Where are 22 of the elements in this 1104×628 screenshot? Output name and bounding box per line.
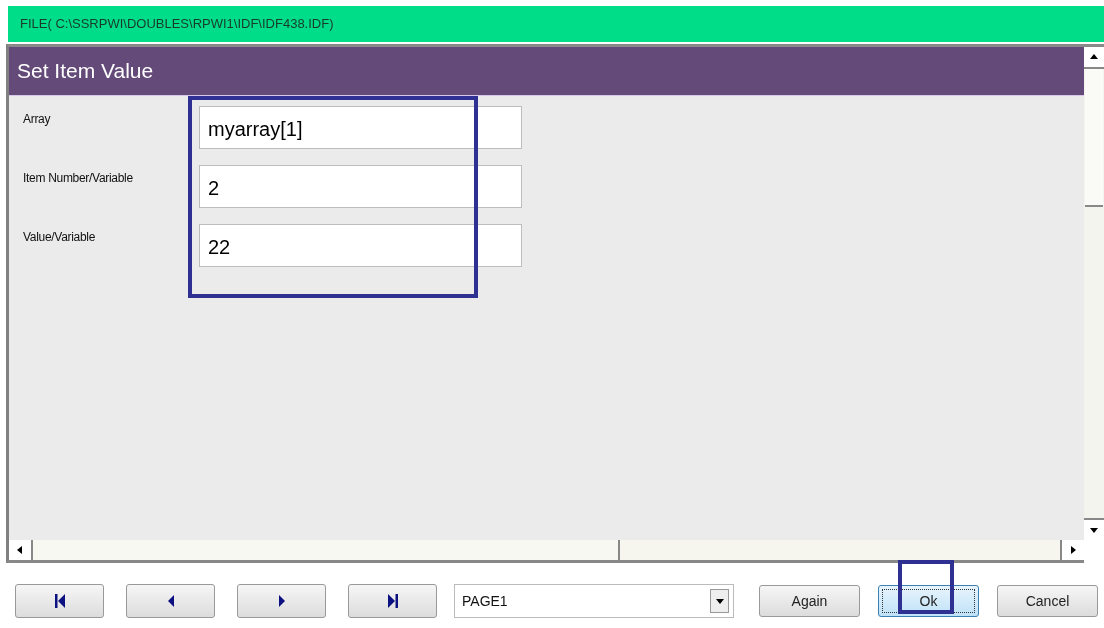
scroll-down-icon[interactable]	[1090, 526, 1098, 534]
page-dropdown[interactable]: PAGE1	[454, 584, 734, 618]
scroll-right-icon[interactable]	[1069, 546, 1077, 554]
field-label: Array	[23, 111, 52, 126]
last-page-icon	[386, 593, 399, 609]
file-path: FILE( C:\SSRPWI\DOUBLES\RPWI1\IDF\IDF438.IDF)	[20, 15, 334, 33]
field-label: Item Number/Variable	[23, 170, 134, 185]
input-field[interactable]: myarray[1]	[199, 106, 522, 149]
vertical-scrollbar[interactable]	[1084, 44, 1104, 540]
horizontal-scrollbar[interactable]	[6, 540, 1084, 563]
dropdown-arrow-icon[interactable]	[715, 598, 724, 604]
action-button[interactable]: Cancel	[997, 585, 1098, 617]
first-page-icon	[53, 593, 66, 609]
nav-button[interactable]	[348, 584, 437, 618]
input-field[interactable]: 22	[199, 224, 522, 267]
action-button[interactable]: Again	[759, 585, 860, 617]
input-field[interactable]: 2	[199, 165, 522, 208]
field-label: Value/Variable	[23, 229, 97, 244]
dialog-title: Set Item Value	[17, 59, 154, 83]
scroll-left-icon[interactable]	[16, 546, 24, 554]
scroll-up-icon[interactable]	[1090, 53, 1098, 61]
nav-button[interactable]	[15, 584, 104, 618]
